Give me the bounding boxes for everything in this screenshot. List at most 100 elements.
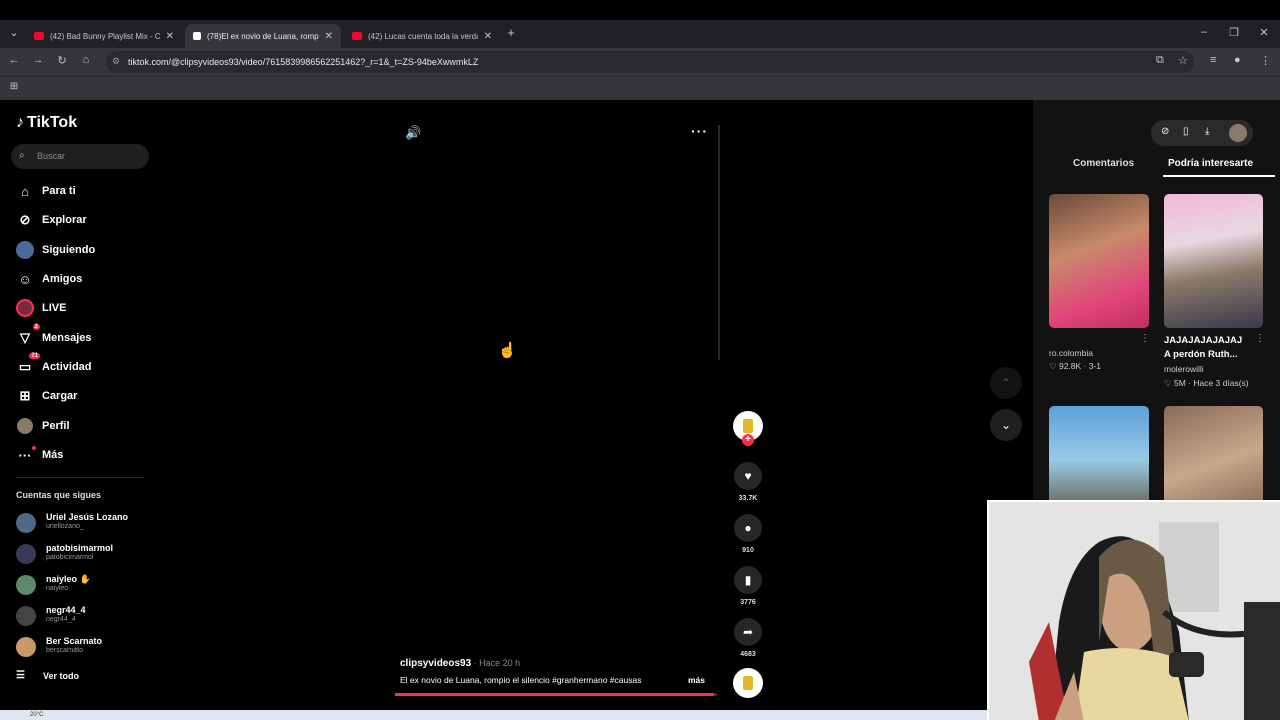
apps-grid-icon[interactable]: ⊞	[6, 81, 22, 92]
heart-icon: ♥	[734, 462, 762, 490]
bookmark-star-icon[interactable]: ☆	[1178, 54, 1188, 67]
comment-icon: ●	[734, 514, 762, 542]
install-app-icon[interactable]: ⧉	[1156, 54, 1164, 67]
search-input[interactable]: ⌕ Buscar	[11, 144, 149, 169]
nav-label: Más	[42, 449, 64, 461]
scrollbar[interactable]	[718, 125, 720, 360]
account-name: Uriel Jesús Lozano	[46, 512, 129, 522]
site-info-icon[interactable]: ⚙	[112, 56, 120, 67]
chevron-down-icon: ⌄	[1000, 418, 1012, 432]
close-window-icon[interactable]: ✕	[1256, 26, 1272, 39]
close-tab-icon[interactable]: ✕	[325, 31, 333, 42]
like-button[interactable]: ♥ 33.7K	[734, 462, 762, 502]
video-thumbnail[interactable]	[1164, 194, 1263, 328]
like-count: 33.7K	[738, 495, 758, 502]
upload-icon: ⊞	[19, 388, 31, 403]
comment-button[interactable]: ● 910	[734, 514, 762, 554]
nav-label: Explorar	[42, 214, 87, 226]
video-player[interactable]: 🔊 ··· clipsyvideos93 · Hace 20 h El ex n…	[395, 113, 720, 700]
more-options-icon[interactable]: ···	[691, 123, 708, 139]
browser-tab-3[interactable]: (42) Lucas cuenta toda la verda ✕	[344, 24, 500, 48]
video-card-info: JAJAJAJAJAJAJ A perdón Ruth... molerowil…	[1164, 334, 1249, 389]
nav-perfil[interactable]: Perfil	[16, 414, 156, 438]
close-tab-icon[interactable]: ✕	[166, 31, 174, 42]
home-button-icon[interactable]: ⌂	[78, 54, 94, 66]
card-menu-icon[interactable]: ⋮	[1255, 333, 1265, 344]
following-account[interactable]: Ber Scarnato berscarnato	[16, 634, 156, 662]
avatar	[16, 575, 36, 595]
tiktok-favicon-icon	[193, 32, 201, 40]
following-section-title: Cuentas que sigues	[16, 490, 102, 500]
nav-mensajes[interactable]: ▽ 2 Mensajes	[16, 324, 156, 350]
phone-icon[interactable]: ▯	[1183, 126, 1189, 137]
nav-explorar[interactable]: ⊘ Explorar	[16, 208, 156, 232]
nav-label: Cargar	[42, 390, 78, 402]
sound-disc[interactable]	[733, 668, 763, 698]
tab-title: (42) Bad Bunny Playlist Mix - Cu	[50, 31, 160, 41]
close-tab-icon[interactable]: ✕	[484, 31, 492, 42]
video-username[interactable]: clipsyvideos93	[400, 658, 471, 669]
os-top-bar	[0, 0, 1280, 20]
card-author[interactable]: ro.colombia	[1049, 348, 1101, 358]
forward-icon[interactable]: →	[30, 54, 46, 66]
tab-title: (78)El ex novio de Luana, rompi	[207, 31, 319, 41]
progress-bar[interactable]	[395, 693, 717, 696]
nav-amigos[interactable]: ☺ Amigos	[16, 267, 156, 291]
messages-badge: 2	[32, 324, 40, 330]
share-arrow-icon: ➦	[734, 618, 762, 646]
tab-comments[interactable]: Comentarios	[1073, 158, 1134, 169]
maximize-icon[interactable]: ❐	[1226, 26, 1242, 39]
taskbar: 20°C	[0, 710, 987, 720]
address-bar[interactable]: ⚙ tiktok.com/@clipsyvideos93/video/76158…	[106, 51, 1194, 73]
comment-count: 910	[742, 547, 754, 554]
see-all-link[interactable]: ☰ Ver todo	[16, 670, 79, 681]
menu-kebab-icon[interactable]: ⋮	[1260, 54, 1271, 67]
nav-siguiendo[interactable]: Siguiendo	[16, 238, 156, 262]
nav-label: Siguiendo	[42, 244, 96, 256]
compass-icon[interactable]: ⊘	[1161, 126, 1169, 137]
hand-cursor-icon: ☝	[498, 342, 517, 359]
next-video-button[interactable]: ⌄	[990, 409, 1022, 441]
card-menu-icon[interactable]: ⋮	[1140, 333, 1150, 344]
nav-para-ti[interactable]: ⌂ Para ti	[16, 179, 156, 203]
user-avatar-icon[interactable]	[1229, 124, 1247, 142]
card-stats: ♡ 92.8K · 3-1	[1049, 361, 1102, 371]
video-time: · Hace 20 h	[471, 658, 521, 668]
friends-icon: ☺	[18, 271, 32, 287]
webcam-overlay	[987, 500, 1280, 720]
new-tab-button[interactable]: +	[503, 25, 519, 40]
browser-tab-2[interactable]: (78)El ex novio de Luana, rompi ✕	[185, 24, 341, 48]
tiktok-logo[interactable]: ♪ TikTok	[16, 114, 77, 132]
browser-tab-1[interactable]: (42) Bad Bunny Playlist Mix - Cu ✕	[26, 24, 182, 48]
send-icon: ▽ 2	[20, 324, 40, 345]
share-button[interactable]: ➦ 4683	[734, 618, 762, 658]
follow-plus-icon[interactable]: +	[742, 434, 754, 446]
disc-image	[743, 676, 753, 690]
tab-suggested[interactable]: Podría interesarte	[1168, 158, 1253, 169]
previous-video-button[interactable]: ⌃	[990, 367, 1022, 399]
following-account[interactable]: patobisimarmol patobicimarmol	[16, 541, 156, 569]
reload-icon[interactable]: ↻	[54, 54, 70, 67]
back-icon[interactable]: ←	[6, 54, 22, 66]
nav-live[interactable]: LIVE	[16, 296, 156, 320]
list-icon: ☰	[16, 670, 25, 681]
tab-search-icon[interactable]: ⌄	[6, 26, 22, 39]
following-account[interactable]: negr44_4 negr44_4	[16, 603, 156, 631]
nav-cargar[interactable]: ⊞ Cargar	[16, 384, 156, 408]
video-thumbnail[interactable]	[1049, 194, 1149, 328]
more-button[interactable]: más	[688, 675, 705, 685]
nav-mas[interactable]: ··· Más	[16, 443, 156, 467]
avatar	[16, 637, 36, 657]
account-name: Ber Scarnato	[46, 636, 103, 646]
card-author[interactable]: molerowilli	[1164, 364, 1249, 374]
minimize-icon[interactable]: –	[1196, 26, 1212, 38]
volume-icon[interactable]: 🔊	[405, 125, 421, 141]
download-icon[interactable]: ⤓	[1205, 126, 1209, 137]
following-account[interactable]: Uriel Jesús Lozano uriellozano_	[16, 510, 156, 538]
nav-actividad[interactable]: ▭ 71 Actividad	[16, 353, 156, 379]
save-button[interactable]: ▮ 3776	[734, 566, 762, 606]
media-controls-icon[interactable]: ≡	[1210, 54, 1216, 66]
toolbar: ← → ↻ ⌂ ⚙ tiktok.com/@clipsyvideos93/vid…	[0, 48, 1280, 76]
profile-icon[interactable]: ●	[1234, 54, 1241, 66]
following-account[interactable]: naiyleo ✋ naiyleo	[16, 572, 156, 600]
